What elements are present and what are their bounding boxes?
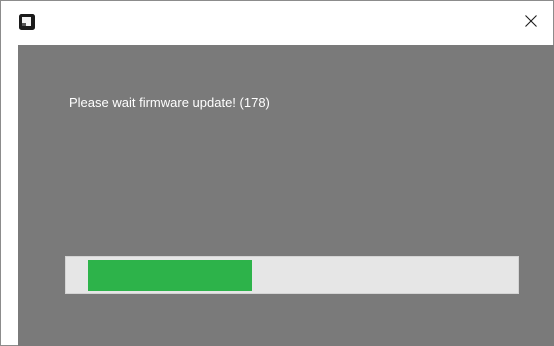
firmware-update-window: Please wait firmware update! (178) (0, 0, 554, 346)
app-window-icon (19, 14, 35, 30)
progress-bar (65, 256, 519, 294)
status-message: Please wait firmware update! (178) (69, 95, 270, 110)
title-bar[interactable] (1, 1, 553, 45)
close-icon (525, 14, 537, 32)
dialog-content: Please wait firmware update! (178) (18, 45, 554, 346)
close-button[interactable] (509, 1, 553, 45)
progress-bar-fill (88, 260, 252, 291)
